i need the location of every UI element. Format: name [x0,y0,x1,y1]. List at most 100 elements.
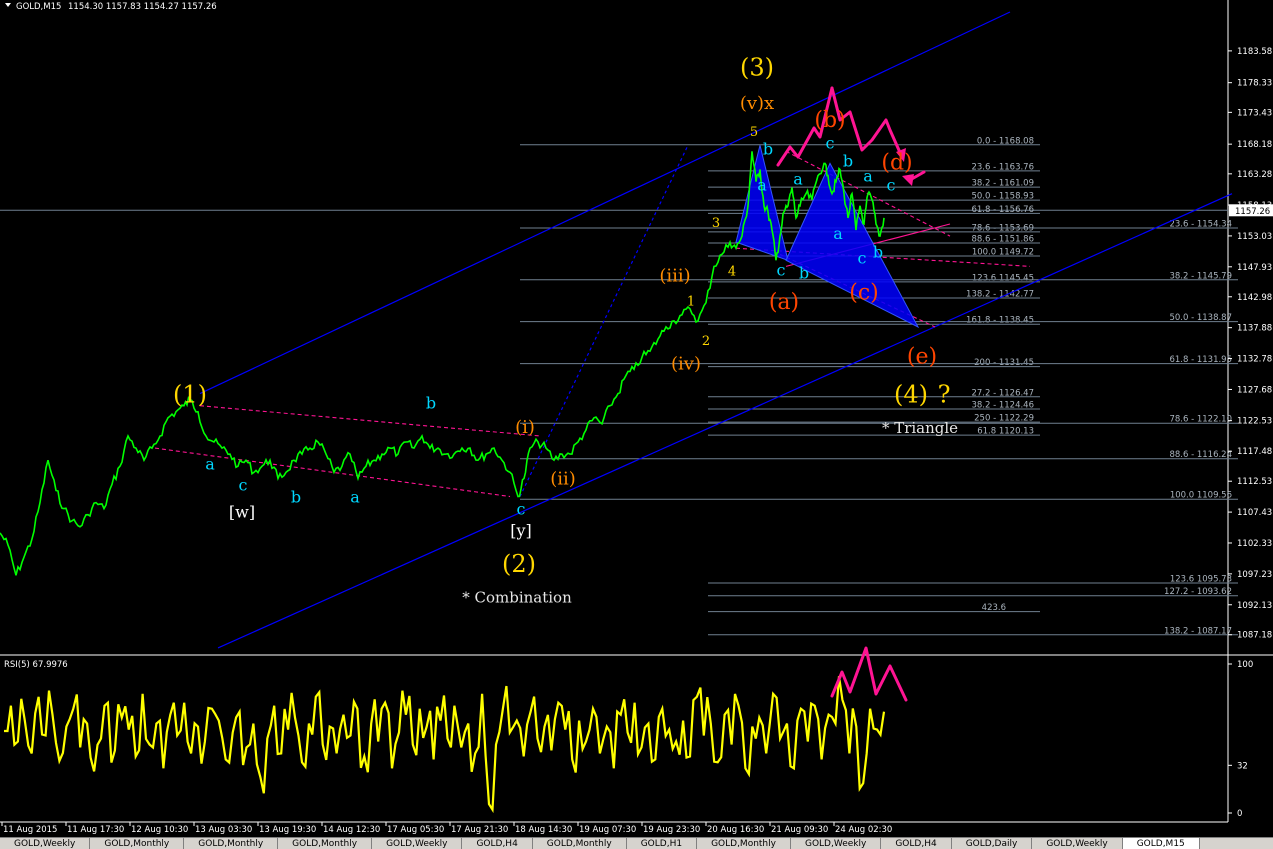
wave-label: c [239,475,248,494]
wave-label: b [873,242,883,261]
y-tick-label: 1137.88 [1237,324,1272,334]
wedge-line [199,405,541,437]
y-tick-label: 1117.48 [1237,447,1272,457]
fib-label: 61.8 1120.13 [977,427,1034,437]
fib-label: 88.6 - 1116.24 [1169,450,1232,460]
chart-tab-5[interactable]: GOLD,H4 [462,838,533,849]
y-tick-label: 1122.53 [1237,417,1272,427]
wave-label: (3) [740,54,774,82]
fib-label: 61.8 - 1131.95 [1169,355,1232,365]
fib-label: 88.6 - 1151.86 [971,234,1034,244]
fib-label: 50.0 - 1138.87 [1169,313,1232,323]
rsi-series [4,676,886,814]
chart-tab-13[interactable]: GOLD,M15 [1122,838,1200,849]
fib-label: 61.8 - 1156.76 [971,205,1034,215]
y-tick-label: 1092.13 [1237,601,1272,611]
fib-label: 27.2 - 1126.47 [971,388,1034,398]
x-tick-label: 17 Aug 21:30 [451,825,508,835]
wave-label: (2) [502,550,536,578]
wave-label: b [843,151,853,170]
wave-label: c [777,260,786,279]
chart-tab-2[interactable]: GOLD,Monthly [184,838,279,849]
y-tick-label: 1142.98 [1237,293,1272,303]
rsi-tick-label: 100 [1237,660,1253,670]
x-tick-label: 13 Aug 03:30 [195,825,252,835]
wave-label: (a) [769,290,799,315]
fib-label: 0.0 - 1168.08 [977,136,1034,146]
wave-label: (ii) [550,468,576,489]
y-tick-label: 1097.23 [1237,570,1272,580]
chart-tabs: GOLD,Weekly GOLD,Monthly GOLD,Monthly GOLD,… [0,837,1273,849]
wave-label: (1) [173,381,207,409]
wave-label: 3 [712,216,720,231]
x-tick-label: 20 Aug 16:30 [707,825,764,835]
fib-label: 127.2 - 1093.62 [1164,587,1232,597]
chart-tab-9[interactable]: GOLD,Weekly [791,838,882,849]
wave-label: c [858,248,867,267]
fib-label: 423.6 [982,603,1006,613]
wave-label: a [205,454,215,473]
wave-label: (iv) [671,353,701,374]
y-tick-label: 1132.78 [1237,355,1272,365]
symbol-label: GOLD,M15 [16,2,61,12]
wave-label: b [799,263,809,282]
arrow-head [902,174,914,186]
x-tick-label: 13 Aug 19:30 [259,825,316,835]
ohlc-readout: 1154.30 1157.83 1154.27 1157.26 [68,2,217,12]
chart-tab-12[interactable]: GOLD,Weekly [1032,838,1123,849]
x-tick-label: 24 Aug 02:30 [835,825,892,835]
wave-label: b [763,139,773,158]
wave-label: b [291,488,301,507]
rsi-tick-label: 32 [1237,761,1248,771]
y-tick-label: 1112.53 [1237,477,1272,487]
chart-tab-0[interactable]: GOLD,Weekly [0,838,91,849]
chart-tab-8[interactable]: GOLD,Monthly [697,838,791,849]
wave-label: 5 [750,125,758,140]
wave-label: * Combination [462,589,572,607]
y-tick-label: 1153.03 [1237,232,1272,242]
wave-label: * Triangle [882,419,958,437]
fib-label: 100.0 1109.56 [1170,491,1232,501]
chart-tab-10[interactable]: GOLD,H4 [881,838,952,849]
wave-label: b [426,394,436,413]
y-tick-label: 1168.18 [1237,140,1272,150]
wave-label: ? [938,381,951,409]
x-tick-label: 17 Aug 05:30 [387,825,444,835]
fib-label: 38.2 - 1145.79 [1169,271,1232,281]
fib-label: 161.8 - 1138.45 [966,316,1034,326]
x-tick-label: 19 Aug 07:30 [579,825,636,835]
x-tick-label: 21 Aug 09:30 [771,825,828,835]
x-tick-label: 11 Aug 17:30 [67,825,124,835]
rsi-projection-arrow [830,646,908,702]
chart-tab-3[interactable]: GOLD,Monthly [278,838,373,849]
chart-tab-6[interactable]: GOLD,Monthly [533,838,627,849]
y-tick-label: 1173.43 [1237,108,1272,118]
y-tick-label: 1107.43 [1237,508,1272,518]
fib-label: 50.0 - 1158.93 [971,192,1034,202]
price-chart[interactable]: 0.0 - 1168.08 23.6 - 1163.76 38.2 - 1161.0… [0,0,1273,848]
fib-label: 138.2 - 1087.17 [1164,626,1232,636]
current-price-label: 1157.26 [1235,207,1270,217]
x-tick-label: 18 Aug 14:30 [515,825,572,835]
y-tick-label: 1102.33 [1237,539,1272,549]
fib-label: 123.6 1145.45 [972,273,1034,283]
wave-label: [y] [510,521,532,540]
y-tick-label: 1127.68 [1237,385,1272,395]
wave-label: a [757,176,767,195]
chart-tab-4[interactable]: GOLD,Weekly [372,838,463,849]
wave-label: (v)x [740,93,774,114]
wave-label: [w] [229,503,255,522]
wave-label: (e) [907,344,937,369]
wave-label: a [863,167,873,186]
fib-label: 100.0 1149.72 [972,247,1034,257]
chart-tab-7[interactable]: GOLD,H1 [627,838,698,849]
chart-tab-11[interactable]: GOLD,Daily [952,838,1033,849]
x-tick-label: 11 Aug 2015 [3,825,57,835]
dropdown-triangle-icon[interactable] [5,3,11,7]
wave-label: (c) [849,281,879,306]
fib-label: 23.6 - 1163.76 [971,162,1034,172]
wave-label: (i) [515,417,535,438]
chart-tab-1[interactable]: GOLD,Monthly [90,838,185,849]
y-tick-label: 1183.58 [1237,47,1272,57]
wave-label: a [350,488,360,507]
